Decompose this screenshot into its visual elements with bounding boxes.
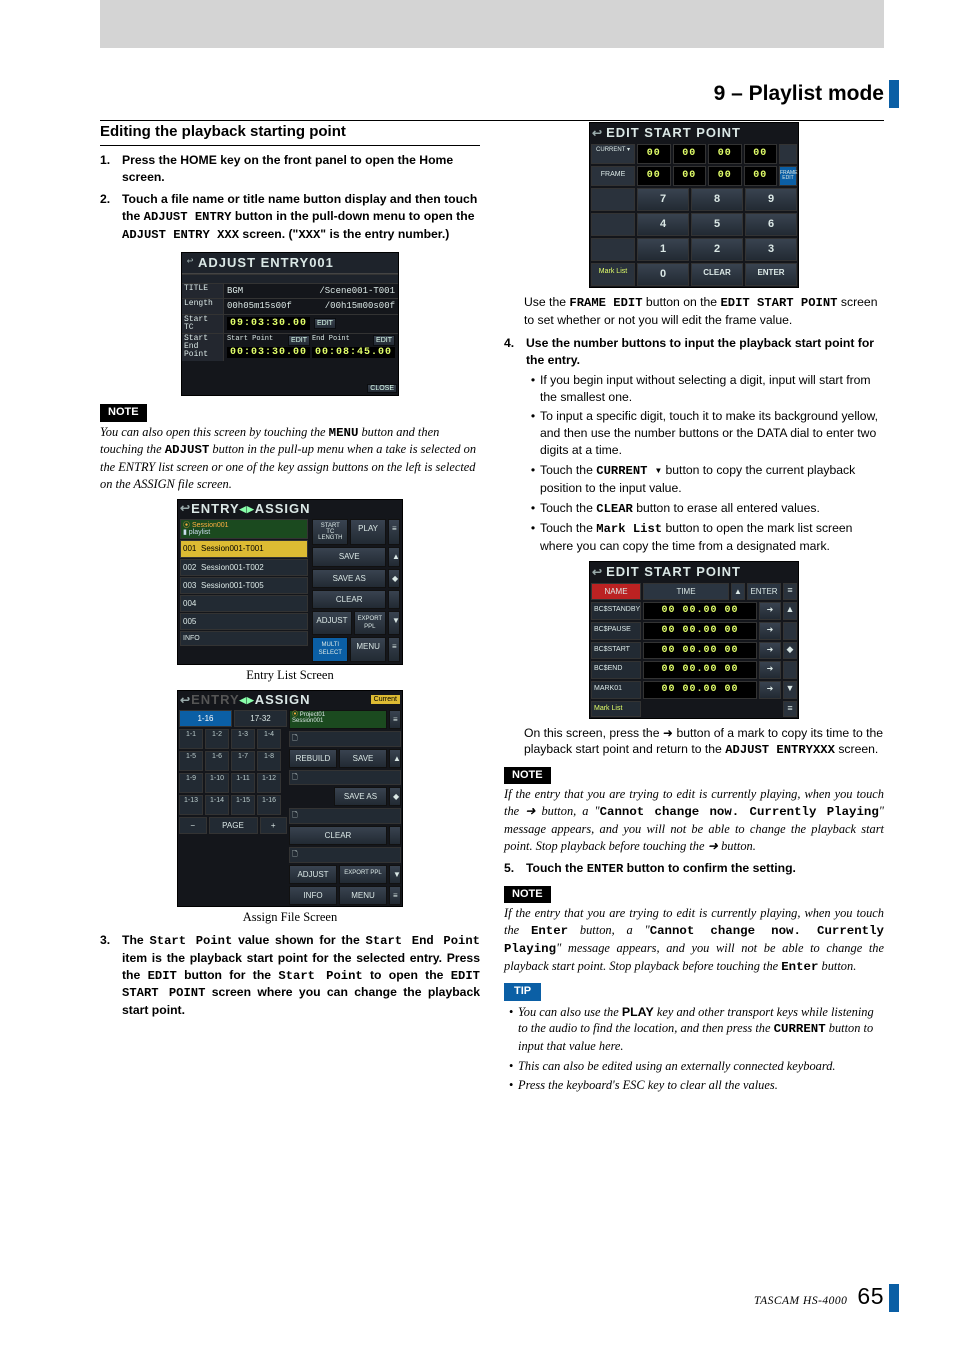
step-1-text: Press the HOME key on the front panel to… [122,152,480,186]
adjust-entry-title: ADJUST ENTRY001 [198,253,398,273]
tab-1-16[interactable]: 1-16 [179,710,232,727]
key-clear[interactable]: CLEAR [691,263,743,286]
current-button[interactable]: CURRENT ▾ [591,144,635,164]
chapter-header: 9 – Playlist mode [714,80,884,108]
edit-start-point-screenshot: ↩EDIT START POINT CURRENT ▾ 00 00 00 00 … [589,122,799,288]
section-title: Editing the playback starting point [100,122,480,146]
step-2-text: Touch a file name or title name button d… [122,191,480,243]
save-button[interactable]: SAVE [312,547,386,566]
edit-button-sp[interactable]: EDIT [288,335,310,347]
edit-button-ep[interactable]: EDIT [373,335,395,347]
edit-button-stc[interactable]: EDIT [314,318,336,330]
step-num-5: 5. [504,860,526,878]
key-1[interactable]: 1 [637,238,689,261]
step4-bullet-4: Touch the CLEAR button to erase all ente… [540,500,884,518]
key-6[interactable]: 6 [745,213,797,236]
header-grey-block [100,0,884,48]
key-5[interactable]: 5 [691,213,743,236]
clear-button[interactable]: CLEAR [312,590,386,609]
adjust-entry-screenshot: ↩ ADJUST ENTRY001 TITLE BGM /Scene001-T0… [181,252,399,397]
close-button[interactable]: CLOSE [367,384,397,393]
key-0[interactable]: 0 [637,263,689,286]
page-minus[interactable]: − [179,817,207,834]
tab-17-32[interactable]: 17-32 [234,710,287,727]
key-9[interactable]: 9 [745,188,797,211]
step-5-text: Touch the ENTER button to confirm the se… [526,860,884,878]
step4-bullet-5: Touch the Mark List button to open the m… [540,520,884,555]
page-footer: TASCAM HS-400065 [754,1281,884,1312]
page-plus[interactable]: + [260,817,288,834]
fig-caption-entry: Entry List Screen [100,667,480,684]
step-num-2: 2. [100,191,122,243]
note-badge-1: NOTE [100,404,147,421]
frame-edit-button[interactable]: FRAME EDIT [779,166,797,186]
frame-edit-paragraph: Use the FRAME EDIT button on the EDIT ST… [524,294,884,329]
key-3[interactable]: 3 [745,238,797,261]
adjust-button[interactable]: ADJUST [312,611,351,636]
note-3-text: If the entry that you are trying to edit… [504,905,884,975]
key-enter[interactable]: ENTER [745,263,797,286]
step-4-text: Use the number buttons to input the play… [526,335,884,369]
step4-bullet-1: If you begin input without selecting a d… [540,372,884,406]
key-4[interactable]: 4 [637,213,689,236]
fig-caption-assign: Assign File Screen [100,909,480,926]
key-7[interactable]: 7 [637,188,689,211]
step-num-1: 1. [100,152,122,186]
copy-time-button[interactable]: ➜ [759,602,781,620]
step4-bullet-3: Touch the CURRENT ▾ button to copy the c… [540,462,884,497]
multi-button[interactable]: MULTI SELECT [312,637,348,662]
key-2[interactable]: 2 [691,238,743,261]
key-8[interactable]: 8 [691,188,743,211]
tip-badge: TIP [504,983,541,1000]
tip-2: This can also be edited using an externa… [518,1058,884,1075]
footer-accent [889,1284,899,1312]
tip-1: You can also use the PLAY key and other … [518,1004,884,1055]
note-badge-3: NOTE [504,886,551,903]
save-as-button[interactable]: SAVE AS [312,569,386,588]
note-1-text: You can also open this screen by touchin… [100,424,480,493]
tip-3: Press the keyboard's ESC key to clear al… [518,1077,884,1094]
step-num-3: 3. [100,932,122,1019]
close-icon: ↩ [182,255,198,270]
step-3-text: The Start Point value shown for the Star… [122,932,480,1019]
step-num-4: 4. [504,335,526,369]
note-badge-2: NOTE [504,767,551,784]
header-rule [100,120,884,121]
marklist-paragraph: On this screen, press the ➜ button of a … [524,725,884,760]
marklist-button[interactable]: Mark List [591,263,635,286]
chapter-accent [889,80,899,108]
assign-file-screenshot: ↩ ENTRY◂▸ASSIGN Current 1-16 17-32 1-11-… [177,690,403,907]
enter-col-button[interactable]: ENTER [747,583,781,600]
play-button[interactable]: PLAY [350,519,386,545]
step4-bullet-2: To input a specific digit, touch it to m… [540,408,884,458]
note-2-text: If the entry that you are trying to edit… [504,786,884,854]
entry-list-screenshot: ↩ ENTRY◂▸ASSIGN ⦿ Session001 ▮ playlist … [177,499,403,665]
marklist-screenshot: ↩EDIT START POINT NAME TIME ▲ ENTER ≡ BC… [589,561,799,719]
menu-button[interactable]: MENU [350,637,386,662]
export-button[interactable]: EXPORT PPL [354,611,386,636]
